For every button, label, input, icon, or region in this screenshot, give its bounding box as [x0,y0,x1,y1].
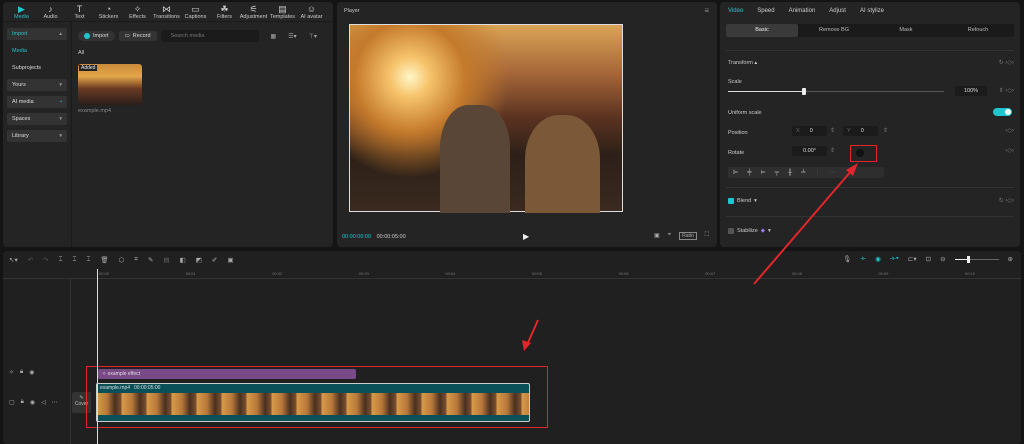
arrow-to-rotate [753,169,853,285]
arrowhead [522,340,531,351]
annotation-arrows [522,163,858,351]
arrow-to-timeline [526,319,539,346]
